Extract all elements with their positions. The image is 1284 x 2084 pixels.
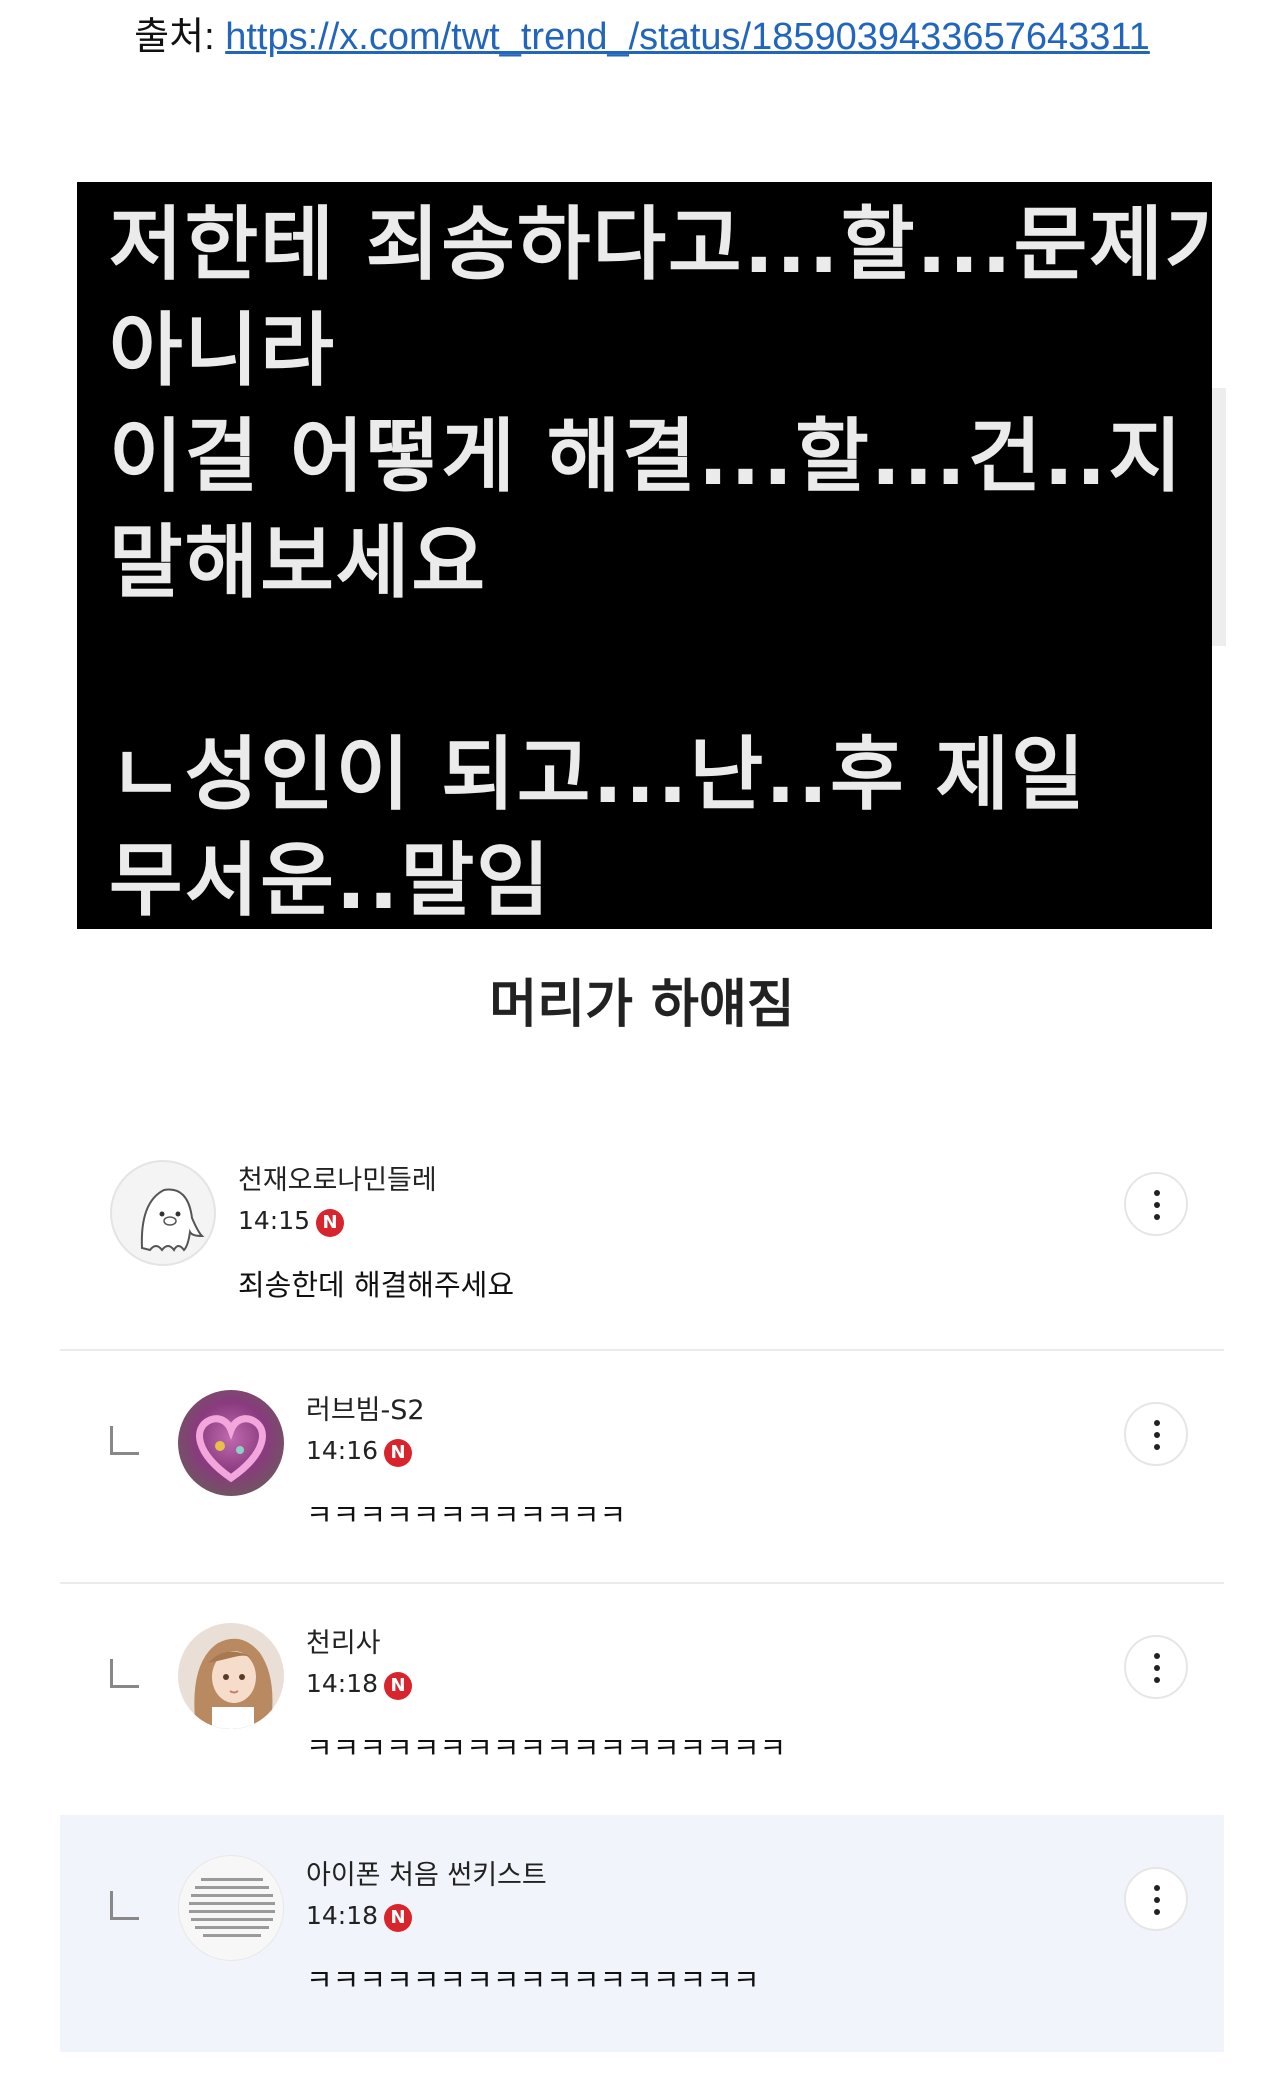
comment-timestamp: 14:18 [306, 1901, 379, 1930]
comment-time: 14:18 N [306, 1899, 413, 1933]
new-badge-icon: N [384, 1672, 413, 1700]
comment-time: 14:16 N [306, 1434, 413, 1468]
source-label: 출처: [134, 16, 215, 58]
meme-text-line: 무서운..말임 [109, 834, 552, 927]
comment-timestamp: 14:16 [306, 1436, 379, 1465]
more-options-icon[interactable] [1124, 1172, 1188, 1236]
pig-ghost-avatar[interactable] [110, 1160, 216, 1266]
post-caption: 머리가 하얘짐 [489, 975, 795, 1035]
scroll-edge [1212, 388, 1226, 646]
comment-text: ㅋㅋㅋㅋㅋㅋㅋㅋㅋㅋㅋㅋ [306, 1498, 627, 1532]
new-badge-icon: N [384, 1904, 413, 1932]
meme-text-line: 말해보세요 [109, 516, 487, 609]
pink-heart-avatar[interactable] [178, 1390, 284, 1496]
more-options-icon[interactable] [1124, 1867, 1188, 1931]
girl-illustration-avatar[interactable] [178, 1623, 284, 1729]
meme-text-line: 저한테 죄송하다고...할...문제가 [109, 198, 1212, 291]
new-badge-icon: N [384, 1439, 413, 1467]
more-options-icon[interactable] [1124, 1635, 1188, 1699]
new-badge-icon: N [316, 1209, 345, 1237]
comment-time: 14:18 N [306, 1667, 413, 1701]
reply-arrow-icon [110, 1426, 139, 1455]
comment-item: 천재오로나민들레 14:15 N 죄송한데 해결해주세요 [60, 1160, 1224, 1392]
comment-reply-item: 아이폰 처음 썬키스트 14:18 N ㅋㅋㅋㅋㅋㅋㅋㅋㅋㅋㅋㅋㅋㅋㅋㅋㅋ [60, 1815, 1224, 2052]
source-line: 출처: https://x.com/twt_trend_/status/1859… [60, 6, 1224, 68]
comment-timestamp: 14:15 [238, 1206, 311, 1235]
comment-nickname[interactable]: 천리사 [306, 1627, 381, 1661]
meme-image: 저한테 죄송하다고...할...문제가 아니라 이걸 어떻게 해결...할...… [77, 182, 1212, 929]
comment-divider [60, 1582, 1224, 1584]
comment-time: 14:15 N [238, 1204, 345, 1238]
comment-nickname[interactable]: 러브빔-S2 [306, 1394, 425, 1428]
text-document-avatar[interactable] [178, 1855, 284, 1961]
comment-text: ㅋㅋㅋㅋㅋㅋㅋㅋㅋㅋㅋㅋㅋㅋㅋㅋㅋ [306, 1963, 760, 1997]
more-options-icon[interactable] [1124, 1402, 1188, 1466]
comment-text: 죄송한데 해결해주세요 [238, 1268, 515, 1302]
source-link[interactable]: https://x.com/twt_trend_/status/18590394… [225, 16, 1150, 58]
meme-text-line: 아니라 [109, 304, 336, 397]
comment-divider [60, 1349, 1224, 1351]
meme-text-line: ㄴ성인이 되고...난..후 제일 [109, 728, 1087, 821]
reply-arrow-icon [110, 1659, 139, 1688]
comment-timestamp: 14:18 [306, 1669, 379, 1698]
comment-nickname[interactable]: 아이폰 처음 썬키스트 [306, 1859, 547, 1893]
reply-arrow-icon [110, 1891, 139, 1920]
comment-text: ㅋㅋㅋㅋㅋㅋㅋㅋㅋㅋㅋㅋㅋㅋㅋㅋㅋㅋ [306, 1731, 787, 1765]
comment-nickname[interactable]: 천재오로나민들레 [238, 1164, 437, 1198]
comment-reply-item: 러브빔-S2 14:16 N ㅋㅋㅋㅋㅋㅋㅋㅋㅋㅋㅋㅋ [60, 1390, 1224, 1622]
meme-text-line: 이걸 어떻게 해결...할...건..지 [109, 410, 1184, 503]
